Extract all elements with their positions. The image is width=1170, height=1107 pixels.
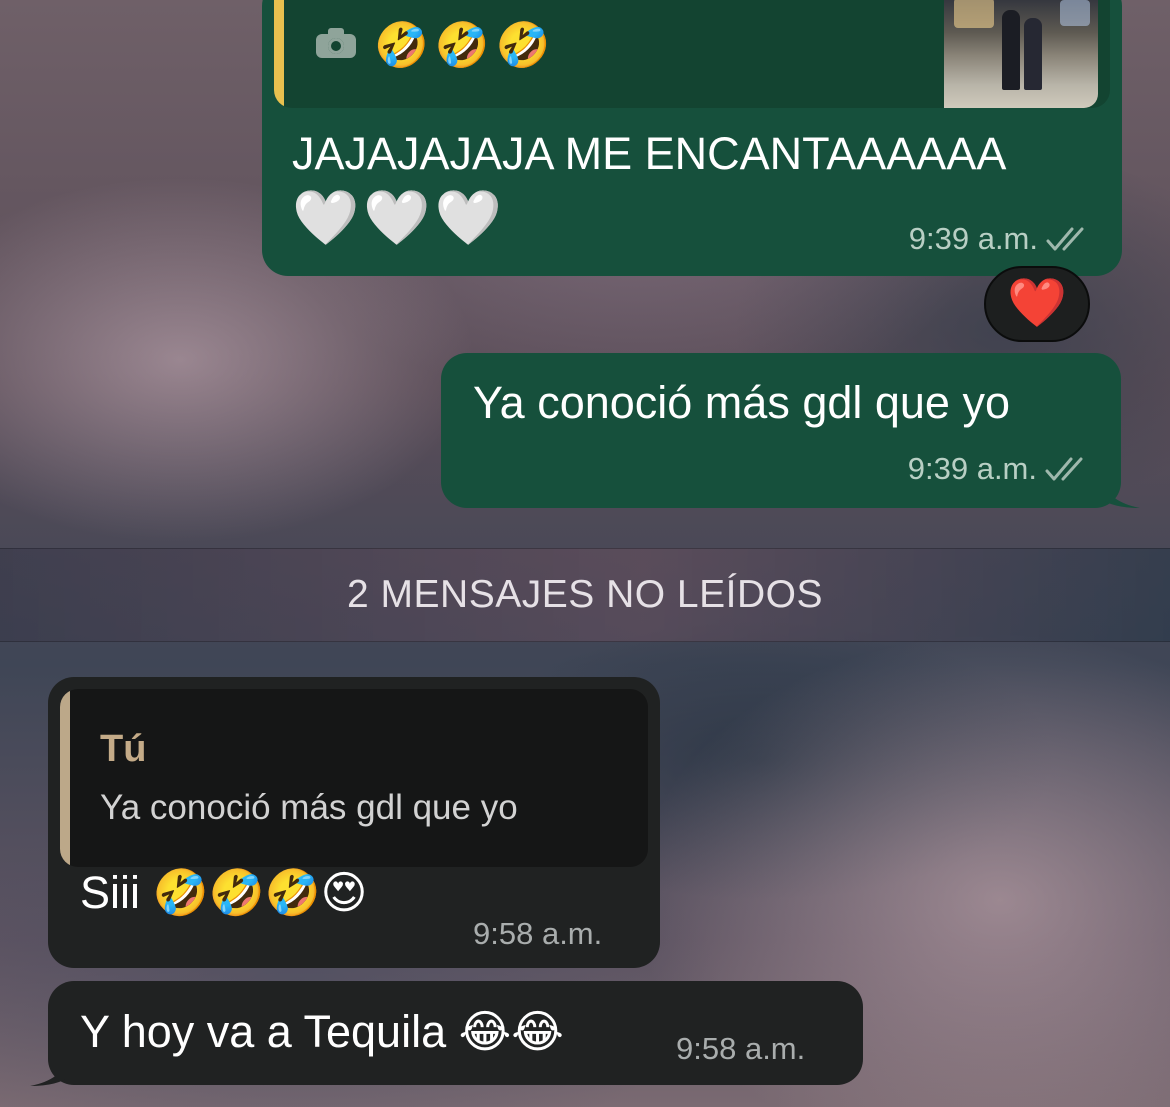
- bubble-tail: [1100, 478, 1140, 508]
- outgoing-message-bubble[interactable]: Ya conoció más gdl que yo 9:39 a.m.: [441, 353, 1121, 508]
- quoted-text: Ya conoció más gdl que yo: [100, 788, 518, 827]
- quote-accent-bar: [274, 0, 284, 108]
- unread-messages-label: 2 MENSAJES NO LEÍDOS: [347, 573, 823, 616]
- quoted-author: Tú: [100, 728, 147, 770]
- message-emojis: 🤍🤍🤍: [292, 188, 506, 248]
- double-check-icon: [1045, 457, 1083, 481]
- message-time: 9:58 a.m.: [473, 916, 603, 951]
- message-text: Ya conoció más gdl que yo: [473, 377, 1010, 428]
- photo-thumbnail[interactable]: [944, 0, 1098, 108]
- message-time: 9:58 a.m.: [676, 1031, 806, 1066]
- message-text: Y hoy va a Tequila 😂😂: [80, 1006, 564, 1057]
- camera-icon: [316, 28, 358, 58]
- reaction-badge[interactable]: ❤️: [984, 266, 1090, 342]
- message-meta: 9:39 a.m.: [908, 451, 1091, 487]
- message-time: 9:39 a.m.: [907, 451, 1037, 486]
- quote-accent-bar: [60, 689, 70, 867]
- bubble-tail: [30, 1056, 70, 1086]
- double-check-icon: [1046, 227, 1084, 251]
- outgoing-message-bubble[interactable]: 🤣🤣🤣 JAJAJAJAJA ME ENCANTAAAAAA 🤍🤍🤍 9:39 …: [262, 0, 1122, 276]
- unread-messages-banner: 2 MENSAJES NO LEÍDOS: [0, 548, 1170, 642]
- quoted-photo-reply[interactable]: 🤣🤣🤣: [274, 0, 1110, 108]
- message-meta: 9:39 a.m.: [909, 221, 1092, 257]
- message-text: JAJAJAJAJA ME ENCANTAAAAAA: [292, 128, 1007, 179]
- message-text: Siii 🤣🤣🤣😍: [80, 867, 368, 918]
- quoted-reply[interactable]: Tú Ya conoció más gdl que yo: [60, 689, 648, 867]
- quoted-emojis: 🤣🤣🤣: [374, 21, 557, 70]
- heart-reaction-icon: ❤️: [1007, 277, 1067, 330]
- message-time: 9:39 a.m.: [908, 221, 1038, 256]
